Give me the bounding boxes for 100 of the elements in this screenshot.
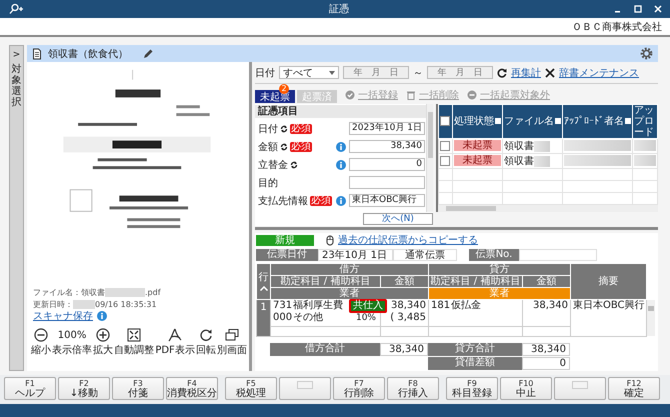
company-name: ＯＢＣ商事株式会社: [572, 20, 662, 34]
column-header: 借方: [270, 264, 428, 276]
column-header: 金額: [522, 276, 570, 288]
table-cell: 領収書: [504, 156, 534, 167]
function-key[interactable]: F8 行挿入: [387, 377, 439, 400]
updated-label: 更新日時：: [33, 298, 73, 310]
toolbar-link[interactable]: 辞書メンテナンス: [559, 66, 639, 80]
settings-icon[interactable]: [640, 47, 653, 60]
section-header: 証憑項目: [255, 104, 426, 118]
redaction-mark: [534, 156, 550, 167]
scrollbar[interactable]: [426, 104, 433, 212]
redaction-mark: [564, 155, 631, 166]
rotate-icon[interactable]: [198, 328, 213, 342]
viewer-tool-button[interactable]: PDF表示: [155, 328, 195, 357]
side-tab[interactable]: > 対象選択: [9, 45, 24, 371]
updated-time: 09/16 18:35:31: [95, 300, 157, 308]
checkbox[interactable]: [440, 140, 450, 151]
column-header[interactable]: アップロード: [632, 104, 658, 138]
zoom-out-icon[interactable]: [34, 328, 48, 342]
slip-type-field[interactable]: 通常伝票: [393, 248, 457, 260]
maximize-icon[interactable]: [634, 5, 642, 13]
input-field[interactable]: 2023年10月 1日: [349, 122, 425, 136]
account-code: 181: [431, 300, 448, 312]
file-extension: .pdf: [145, 288, 161, 296]
range-separator: ～: [413, 66, 423, 80]
function-key[interactable]: F12 確定: [608, 377, 660, 400]
fit-icon[interactable]: [127, 328, 142, 342]
viewer-tool-button[interactable]: 100% 表示倍率: [52, 328, 92, 357]
zoom-in-icon[interactable]: [96, 328, 110, 342]
field-label: 支払先情報: [258, 194, 308, 208]
tools-icon[interactable]: [545, 68, 555, 78]
refresh-icon[interactable]: [497, 68, 507, 78]
function-key[interactable]: F2 ↓移動: [58, 377, 110, 400]
account-name: 福利厚生費: [293, 300, 343, 312]
redaction-mark: [534, 140, 550, 152]
input-field[interactable]: 23年10月 1日: [318, 248, 393, 260]
column-header: 勘定科目 / 補助科目: [428, 276, 522, 288]
document-icon: [32, 48, 42, 60]
viewer-tool-button[interactable]: 縮小: [31, 328, 51, 357]
input-field[interactable]: 東日本OBC興行: [349, 194, 425, 208]
date-field[interactable]: 年 月 日: [427, 66, 493, 80]
function-key[interactable]: F7 行削除: [333, 377, 385, 400]
viewer-tool-button[interactable]: 回転: [196, 328, 216, 357]
function-key[interactable]: F1 ヘルプ: [4, 377, 56, 400]
memo-cell: 東日本OBC興行: [573, 300, 645, 311]
checkbox[interactable]: [440, 156, 450, 166]
viewer-tool-button[interactable]: 拡大: [93, 328, 114, 357]
status-badge: 未起票: [454, 140, 501, 152]
copy-link[interactable]: 過去の仕訳伝票からコピーする: [338, 233, 478, 247]
field-label: 立替金: [258, 158, 288, 172]
next-button[interactable]: 次へ(N): [363, 212, 433, 225]
column-header: 業者: [428, 288, 570, 300]
viewer-tool-button[interactable]: 別画面: [216, 328, 247, 357]
period-dropdown[interactable]: すべて: [279, 66, 339, 80]
mouse-icon[interactable]: [326, 234, 334, 246]
function-key[interactable]: F3 付箋: [112, 377, 164, 400]
total-label: 貸方合計: [428, 343, 522, 356]
field-label: 伝票日付: [256, 248, 318, 260]
amount: 38,340: [391, 300, 426, 312]
tax-amount: ( 3,485: [390, 312, 426, 324]
input-field[interactable]: 0: [349, 158, 425, 172]
info-icon[interactable]: [97, 311, 107, 321]
function-key[interactable]: F9 科目登録: [446, 377, 498, 400]
column-header: 摘要: [570, 264, 646, 300]
column-header[interactable]: 処理状態: [452, 104, 502, 138]
toolbar-link[interactable]: 再集計: [511, 66, 541, 80]
function-key[interactable]: F10 中止: [500, 377, 552, 400]
windows-icon[interactable]: [224, 328, 239, 342]
function-key[interactable]: F5 税処理: [225, 377, 277, 400]
column-header[interactable]: ファイル名: [502, 104, 562, 138]
file-name-label: ファイル名：領収書: [33, 286, 105, 298]
sub-account-code: 000: [273, 312, 290, 324]
scanner-save-link[interactable]: スキャナ保存: [33, 309, 93, 323]
column-header: 金額: [380, 276, 428, 288]
redaction-mark: [564, 140, 631, 152]
date-label: 日付: [255, 66, 275, 80]
total-label: 借方合計: [270, 343, 380, 356]
status-badge: 未起票: [454, 155, 501, 166]
checkbox[interactable]: [440, 116, 450, 126]
field-label: 目的: [258, 176, 278, 190]
caret-icon[interactable]: [329, 70, 335, 75]
redaction-mark: [634, 155, 656, 166]
search-plus-icon[interactable]: [8, 3, 24, 15]
field-label: 日付: [258, 122, 278, 136]
date-field[interactable]: 年 月 日: [343, 66, 409, 80]
viewer-tool-button[interactable]: 自動調整: [114, 328, 154, 357]
input-field[interactable]: 38,340: [349, 140, 425, 154]
scrollbar[interactable]: [647, 300, 655, 336]
info-icon[interactable]: [336, 142, 346, 152]
collapse-icon[interactable]: [260, 286, 268, 291]
tax-badge: 共仕入: [349, 299, 387, 313]
function-key[interactable]: F4 消費税区分: [166, 377, 218, 400]
total-label: 貸借差額: [428, 357, 522, 370]
info-icon[interactable]: [336, 160, 346, 170]
pen-icon[interactable]: [142, 48, 154, 60]
column-header[interactable]: ｱｯﾌﾟﾛｰﾄﾞ者名: [562, 104, 632, 138]
input-field[interactable]: [519, 248, 597, 260]
close-icon[interactable]: [654, 5, 662, 13]
input-field[interactable]: [349, 176, 425, 190]
info-icon[interactable]: [336, 196, 346, 206]
